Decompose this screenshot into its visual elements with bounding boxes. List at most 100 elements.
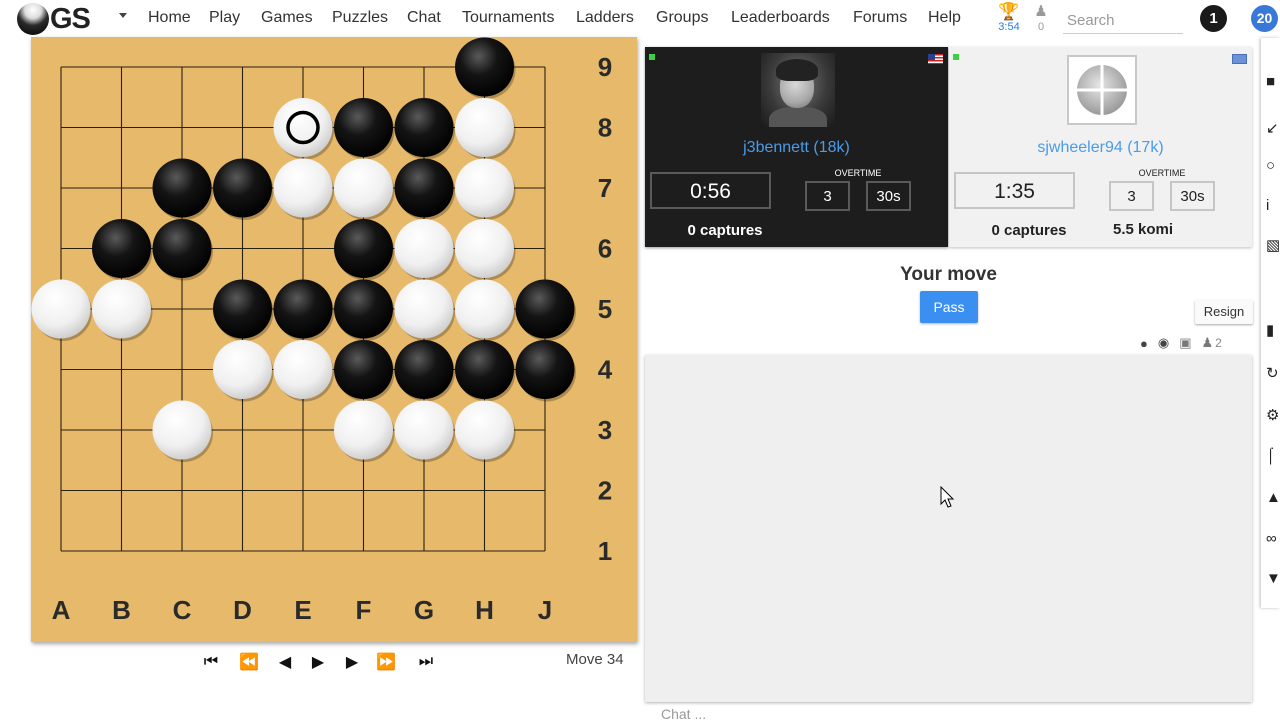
white-stone — [455, 219, 514, 278]
white-stone — [213, 340, 272, 399]
tournament-indicator[interactable]: 🏆 3:54 — [996, 2, 1022, 34]
share-icon[interactable]: ○ — [1266, 158, 1280, 174]
nav-games[interactable]: Games — [261, 9, 313, 27]
column-label: J — [538, 595, 552, 625]
black-player-name[interactable]: j3bennett (18k) — [645, 139, 948, 157]
player-avatar[interactable] — [1067, 55, 1137, 125]
komi-value: 5.5 komi — [1112, 221, 1174, 238]
logo-text: GS — [50, 2, 91, 35]
nav-tournaments[interactable]: Tournaments — [462, 9, 555, 27]
forward-ten-icon[interactable]: ⏩ — [373, 650, 399, 674]
white-stone — [334, 400, 393, 460]
board-canvas[interactable]: 9 8 7 6 5 4 3 2 1 A B C D E F G H J — [31, 37, 637, 642]
column-label: A — [52, 595, 71, 625]
chat-bubble-icon[interactable]: ● — [1140, 336, 1148, 351]
column-label: H — [475, 595, 494, 625]
friends-indicator[interactable]: ♟ 0 — [1030, 3, 1052, 33]
player-avatar[interactable] — [761, 53, 835, 127]
tree-icon[interactable]: ▧ — [1266, 238, 1280, 254]
row-label: 1 — [598, 536, 612, 566]
white-stone — [273, 158, 333, 218]
previous-move-icon[interactable]: ◀ — [272, 650, 298, 674]
tournament-time: 3:54 — [998, 21, 1020, 33]
download-icon[interactable]: ▼ — [1266, 571, 1280, 587]
black-stone — [334, 219, 393, 278]
row-label: 3 — [598, 415, 612, 445]
info-icon[interactable]: i — [1266, 198, 1280, 214]
notebook-icon[interactable]: ▣ — [1179, 335, 1191, 351]
nav-leaderboards[interactable]: Leaderboards — [731, 9, 830, 27]
black-stone — [334, 98, 393, 157]
white-main-clock: 1:35 — [954, 172, 1075, 209]
black-stone — [213, 158, 272, 218]
chat-input[interactable] — [657, 704, 1237, 724]
chat-log — [645, 355, 1252, 702]
black-stone — [152, 219, 212, 278]
nav-groups[interactable]: Groups — [656, 9, 708, 27]
default-avatar-icon — [1075, 63, 1129, 117]
group-chat-icon[interactable]: ◉ — [1158, 335, 1169, 351]
refresh-icon[interactable]: ↻ — [1266, 366, 1280, 382]
black-overtime-periods: 3 — [805, 181, 850, 211]
resign-button[interactable]: Resign — [1195, 300, 1253, 324]
next-move-icon[interactable]: ▶ — [339, 650, 365, 674]
user-menu-badge[interactable]: 20 — [1251, 5, 1278, 32]
nav-puzzles[interactable]: Puzzles — [332, 9, 388, 27]
first-move-icon[interactable]: ⏮ — [198, 650, 224, 674]
trophy-icon: 🏆 — [998, 2, 1020, 21]
nav-chat[interactable]: Chat — [407, 9, 441, 27]
go-stone-logo-icon — [17, 3, 49, 35]
fork-icon[interactable]: ⌠ — [1266, 448, 1280, 464]
row-label: 4 — [598, 355, 613, 385]
black-stone — [394, 158, 454, 218]
white-stone — [394, 219, 454, 278]
play-icon[interactable]: ▶ — [305, 650, 331, 674]
chevron-down-icon[interactable] — [119, 13, 127, 18]
white-player-card: sjwheeler94 (17k) 1:35 OVERTIME 3 30s 0 … — [949, 47, 1252, 247]
zoom-icon[interactable]: ↙ — [1266, 121, 1280, 137]
white-stone — [92, 279, 151, 339]
black-stone — [213, 279, 272, 339]
nav-ladders[interactable]: Ladders — [576, 9, 634, 27]
last-move-icon[interactable]: ⏭ — [413, 650, 439, 674]
nav-play[interactable]: Play — [209, 9, 240, 27]
bookmark-icon[interactable]: ▮ — [1266, 323, 1280, 339]
nav-help[interactable]: Help — [928, 9, 961, 27]
settings-icon[interactable]: ⚙ — [1266, 408, 1280, 424]
black-stone — [515, 279, 575, 339]
online-indicator — [953, 54, 959, 60]
black-captures: 0 captures — [687, 222, 763, 239]
un-flag-icon — [1232, 54, 1247, 64]
link-icon[interactable]: ∞ — [1266, 531, 1280, 547]
row-label: 9 — [598, 52, 612, 82]
back-ten-icon[interactable]: ⏪ — [236, 650, 262, 674]
black-stone — [455, 340, 514, 399]
overtime-label: OVERTIME — [1138, 168, 1186, 178]
chat-toolbar: ● ◉ ▣ ♟ 2 — [1140, 334, 1222, 352]
edit-icon[interactable]: ▲ — [1266, 490, 1280, 506]
nav-forums[interactable]: Forums — [853, 9, 907, 27]
top-navigation-bar: GS Home Play Games Puzzles Chat Tourname… — [0, 0, 1280, 38]
white-overtime-time: 30s — [1170, 181, 1215, 211]
white-overtime-periods: 3 — [1109, 181, 1154, 211]
row-label: 7 — [598, 173, 612, 203]
white-player-name[interactable]: sjwheeler94 (17k) — [949, 139, 1252, 157]
nav-home[interactable]: Home — [148, 9, 191, 27]
go-board[interactable]: 9 8 7 6 5 4 3 2 1 A B C D E F G H J — [31, 37, 637, 642]
right-dock: ■ ↙ ○ i ▧ ▮ ↻ ⚙ ⌠ ▲ ∞ ▼ — [1261, 38, 1280, 608]
pass-button[interactable]: Pass — [920, 291, 978, 323]
search-input[interactable] — [1063, 8, 1183, 34]
column-label: E — [294, 595, 311, 625]
viewers-icon[interactable]: ♟ — [1202, 335, 1214, 351]
black-overtime-time: 30s — [866, 181, 911, 211]
column-label: B — [112, 595, 131, 625]
column-label: D — [233, 595, 252, 625]
ogs-logo[interactable]: GS — [17, 2, 91, 36]
black-stone — [455, 37, 514, 97]
volume-icon[interactable]: ■ — [1266, 74, 1280, 90]
row-label: 5 — [598, 294, 612, 324]
white-stone — [273, 340, 333, 399]
us-flag-icon — [928, 54, 943, 64]
notification-badge[interactable]: 1 — [1200, 5, 1227, 32]
row-label: 6 — [598, 234, 612, 264]
